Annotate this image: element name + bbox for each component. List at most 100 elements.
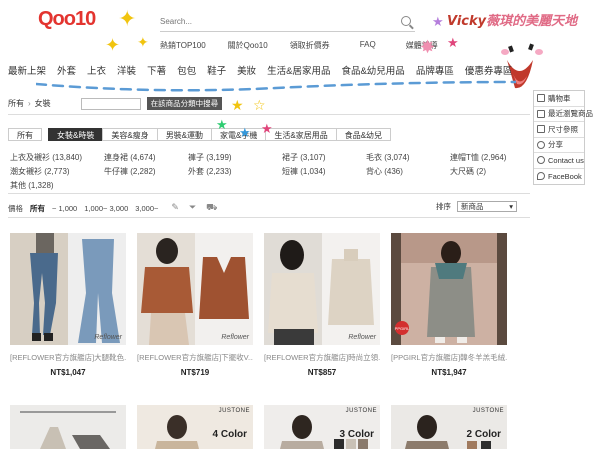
subcat-link[interactable]: 褲子 (3,199) (188, 152, 282, 163)
price-option-over-3000[interactable]: 3,000~ (135, 204, 158, 213)
subcat-link[interactable]: 連帽T恤 (2,964) (450, 152, 530, 163)
tab-home-living[interactable]: 生活&家居用品 (265, 128, 337, 141)
price-option-1000-3000[interactable]: 1,000~ 3,000 (84, 204, 128, 213)
nav-food-baby[interactable]: 食品&幼兒用品 (341, 63, 404, 77)
ruler-icon (537, 125, 545, 134)
search-input[interactable] (160, 17, 390, 26)
product-image[interactable]: JUSTONE 3 Color (264, 405, 380, 449)
tab-all[interactable]: 所有 (8, 128, 42, 141)
top-link-top100[interactable]: 熱銷TOP100 (160, 40, 206, 51)
search-icon[interactable] (401, 16, 411, 26)
product-name[interactable]: [PPGIRL官方旗艦店]韓冬羊羔毛絨... (391, 352, 507, 363)
sparkle-icon: ✦ (105, 35, 121, 55)
tab-beauty-slimming[interactable]: 美容&瘦身 (102, 128, 158, 141)
top-link-about[interactable]: 關於Qoo10 (228, 40, 268, 51)
subcat-link[interactable]: 其他 (1,328) (10, 180, 104, 191)
price-option-all[interactable]: 所有 (30, 203, 45, 214)
decorative-dash-line (36, 80, 516, 92)
product-image[interactable]: Reflower (137, 233, 253, 345)
subcat-link[interactable]: 背心 (436) (366, 166, 450, 177)
blog-title-watermark: Vicky薇琪的美麗天地 (447, 14, 578, 29)
price-option-under-1000[interactable]: ~ 1,000 (52, 204, 77, 213)
product-price: NT$719 (180, 368, 210, 377)
product-price: NT$857 (307, 368, 337, 377)
nav-new-arrivals[interactable]: 最新上架 (8, 63, 46, 77)
product-image[interactable]: PPGIRL (391, 233, 507, 345)
top-link-faq[interactable]: FAQ (360, 40, 376, 51)
pencil-icon[interactable]: ✎ (171, 202, 179, 214)
subcat-link[interactable]: 短褲 (1,034) (282, 166, 366, 177)
top-links: 熱銷TOP100 關於Qoo10 領取折價券 FAQ 媒體報導 (160, 40, 438, 51)
nav-dresses[interactable]: 洋裝 (117, 63, 136, 77)
nav-shoes[interactable]: 鞋子 (207, 63, 226, 77)
color-count-label: 3 Color (339, 429, 374, 440)
nav-bottoms[interactable]: 下著 (147, 63, 166, 77)
sidebar-item-facebook[interactable]: FaceBook (534, 169, 584, 185)
sparkle-icon: ✦ (118, 6, 137, 31)
category-search-input[interactable] (80, 97, 141, 110)
subcat-link[interactable]: 毛衣 (3,074) (366, 152, 450, 163)
product-card[interactable]: Reflower [REFLOWER官方旗艦店]大腿靴色... NT$1,047 (10, 233, 126, 377)
subcat-link[interactable]: 上衣及襯衫 (13,840) (10, 152, 104, 163)
price-label: 價格 (8, 203, 23, 213)
subcat-link[interactable]: 裙子 (3,107) (282, 152, 366, 163)
tab-men-sports[interactable]: 男裝&運動 (156, 128, 213, 141)
tab-women-fashion[interactable]: 女裝&時裝 (48, 128, 104, 141)
subcat-link[interactable]: 潮女襯衫 (2,773) (10, 166, 104, 177)
main-category-nav: 最新上架 外套 上衣 洋裝 下著 包包 鞋子 美妝 生活&居家用品 食品&幼兒用… (8, 63, 512, 77)
location-pin-icon (537, 172, 545, 181)
sparkle-icon: ✦ (137, 34, 149, 50)
tab-food-baby[interactable]: 食品&幼兒 (335, 128, 392, 141)
product-card[interactable]: PPGIRL [PPGIRL官方旗艦店]韓冬羊羔毛絨... NT$1,947 (391, 233, 507, 377)
subcat-link[interactable]: 大尺碼 (2) (450, 166, 530, 177)
product-grid-row2: JUSTONE 4 Color JUSTONE 3 Color JUSTONE … (10, 405, 507, 449)
color-count-label: 2 Color (466, 429, 501, 440)
nav-brand-zone[interactable]: 品牌專區 (416, 63, 454, 77)
top-link-coupon[interactable]: 領取折價券 (290, 40, 330, 51)
brand-badge: Reflower (94, 334, 122, 341)
sidebar-item-share[interactable]: 分享 (534, 138, 584, 153)
sidebar-item-size-guide[interactable]: 尺寸參照 (534, 122, 584, 138)
product-image[interactable]: JUSTONE 4 Color (137, 405, 253, 449)
product-image[interactable] (10, 405, 126, 449)
qoo10-logo[interactable]: Qoo10 (38, 8, 96, 31)
star-icon: ★ (447, 35, 459, 50)
nav-outerwear[interactable]: 外套 (57, 63, 76, 77)
divider (8, 114, 530, 115)
subcat-link[interactable]: 外套 (2,233) (188, 166, 282, 177)
breadcrumb-root[interactable]: 所有 (8, 98, 24, 109)
search-bar[interactable] (160, 12, 415, 32)
product-name[interactable]: [REFLOWER官方旗艦店]大腿靴色... (10, 352, 126, 363)
nav-home-living[interactable]: 生活&居家用品 (267, 63, 330, 77)
star-icon: ★ (216, 117, 228, 132)
product-image[interactable]: JUSTONE 2 Color (391, 405, 507, 449)
breadcrumb-current: 女裝 (34, 99, 51, 108)
nav-bags[interactable]: 包包 (177, 63, 196, 77)
sidebar-item-label: 分享 (548, 140, 563, 150)
nav-beauty[interactable]: 美妝 (237, 63, 256, 77)
shipping-truck-icon[interactable]: ⛟ (206, 202, 217, 214)
product-name[interactable]: [REFLOWER官方旗艦店]下擺收V... (137, 352, 253, 363)
product-image[interactable]: Reflower (10, 233, 126, 345)
subcat-link[interactable]: 連身裙 (4,674) (104, 152, 188, 163)
nav-tops[interactable]: 上衣 (87, 63, 106, 77)
brand-badge: Reflower (221, 334, 249, 341)
chevron-right-icon: › (28, 99, 31, 108)
history-icon (537, 109, 545, 118)
nav-coupon-zone[interactable]: 優惠券專區 (465, 63, 513, 77)
product-card[interactable]: Reflower [REFLOWER官方旗艦店]下擺收V... NT$719 (137, 233, 253, 377)
product-card[interactable]: Reflower [REFLOWER官方旗艦店]時尚立領... NT$857 (264, 233, 380, 377)
sort-control: 排序 新商品 ▾ (436, 201, 517, 212)
product-price: NT$1,947 (431, 368, 467, 377)
sidebar-item-cart[interactable]: 購物車 (534, 91, 584, 107)
product-image[interactable]: Reflower (264, 233, 380, 345)
sort-select[interactable]: 新商品 ▾ (457, 201, 517, 212)
sidebar-item-contact[interactable]: Contact us (534, 153, 584, 169)
category-search-button[interactable]: 在該商品分類中搜尋 (146, 97, 223, 110)
product-name[interactable]: [REFLOWER官方旗艦店]時尚立領... (264, 352, 380, 363)
filter-icon[interactable]: ⏷ (189, 202, 196, 214)
subcat-link[interactable]: 牛仔褲 (2,282) (104, 166, 188, 177)
star-icon: ★ (261, 121, 273, 136)
star-icon: ★ (231, 97, 244, 113)
sidebar-item-recent[interactable]: 最近瀏覽商品 (534, 107, 593, 122)
